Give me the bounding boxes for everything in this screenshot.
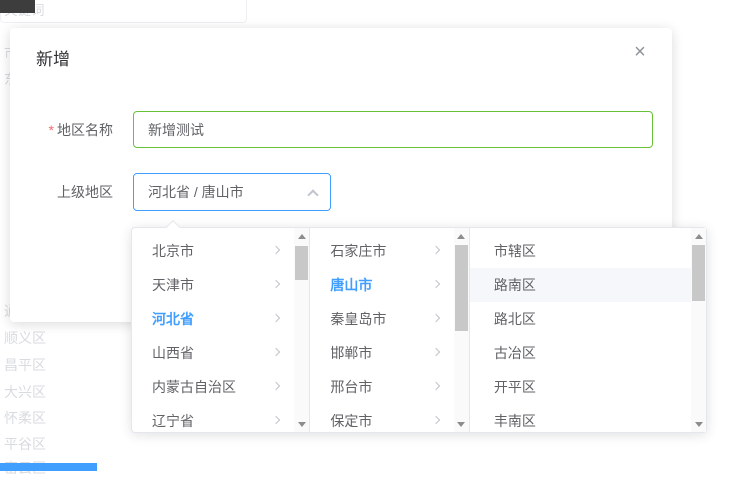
cascader-option-label: 路北区 (494, 311, 536, 327)
chevron-right-icon (272, 348, 280, 356)
chevron-right-icon (432, 246, 440, 254)
cascader-option[interactable]: 保定市 (310, 404, 453, 438)
region-name-label: *地区名称 (10, 120, 113, 140)
background-district-item: 大兴区 (4, 382, 46, 402)
scrollbar-thumb[interactable] (295, 246, 308, 280)
cascader-option[interactable]: 秦皇岛市 (310, 302, 453, 336)
cascader-option[interactable]: 开平区 (470, 370, 691, 404)
cascader-option-list: 石家庄市唐山市秦皇岛市邯郸市邢台市保定市 (310, 228, 453, 444)
cascader-option-label: 市辖区 (494, 243, 536, 259)
cascader-option[interactable]: 丰南区 (470, 404, 691, 438)
cascader-option-label: 河北省 (152, 311, 194, 327)
cascader-option-label: 北京市 (152, 243, 194, 259)
chevron-right-icon (272, 246, 280, 254)
chevron-right-icon (432, 382, 440, 390)
cascader-option[interactable]: 辽宁省 (132, 404, 294, 438)
scroll-up-arrow-icon[interactable] (294, 228, 309, 244)
cascader-option-label: 古冶区 (494, 345, 536, 361)
cascader-option[interactable]: 唐山市 (310, 268, 453, 302)
scroll-up-arrow-icon[interactable] (454, 228, 469, 244)
cascader-option[interactable]: 路北区 (470, 302, 691, 336)
dark-badge (0, 0, 35, 13)
scroll-down-arrow-icon[interactable] (454, 416, 469, 432)
cascader-option-label: 邢台市 (330, 379, 372, 395)
cascader-option[interactable]: 石家庄市 (310, 234, 453, 268)
scrollbar-thumb[interactable] (692, 245, 705, 301)
cascader-option[interactable]: 市辖区 (470, 234, 691, 268)
cascader-option-label: 邯郸市 (330, 345, 372, 361)
cascader-option-label: 秦皇岛市 (330, 311, 386, 327)
cascader-menu: 北京市天津市河北省山西省内蒙古自治区辽宁省 (132, 228, 310, 432)
cascader-option-label: 路南区 (494, 277, 536, 293)
cascader-dropdown: 北京市天津市河北省山西省内蒙古自治区辽宁省石家庄市唐山市秦皇岛市邯郸市邢台市保定… (131, 227, 707, 433)
cascader-option-list: 市辖区路南区路北区古冶区开平区丰南区 (470, 228, 691, 444)
cascader-option-label: 辽宁省 (152, 413, 194, 429)
cascader-option[interactable]: 邢台市 (310, 370, 453, 404)
cascader-option[interactable]: 山西省 (132, 336, 294, 370)
cascader-option[interactable]: 河北省 (132, 302, 294, 336)
chevron-right-icon (432, 280, 440, 288)
primary-button-partial[interactable] (0, 463, 97, 471)
chevron-right-icon (432, 348, 440, 356)
background-district-item: 顺义区 (4, 328, 46, 348)
cascader-option-label: 丰南区 (494, 413, 536, 429)
chevron-right-icon (272, 382, 280, 390)
dialog-title: 新增 (36, 45, 70, 70)
scrollbar[interactable] (294, 228, 309, 432)
cascader-option[interactable]: 路南区 (470, 268, 691, 302)
cascader-menu: 石家庄市唐山市秦皇岛市邯郸市邢台市保定市 (310, 228, 469, 432)
close-icon[interactable]: × (628, 40, 652, 64)
scrollbar[interactable] (454, 228, 469, 432)
chevron-right-icon (272, 280, 280, 288)
parent-region-cascader[interactable]: 河北省 / 唐山市 (133, 173, 331, 211)
cascader-option-list: 北京市天津市河北省山西省内蒙古自治区辽宁省 (132, 228, 294, 444)
chevron-right-icon (432, 314, 440, 322)
cascader-option[interactable]: 北京市 (132, 234, 294, 268)
scroll-down-arrow-icon[interactable] (294, 416, 309, 432)
cascader-option-label: 石家庄市 (330, 243, 386, 259)
cascader-option[interactable]: 邯郸市 (310, 336, 453, 370)
cascader-option[interactable]: 古冶区 (470, 336, 691, 370)
region-name-input[interactable]: 新增测试 (133, 111, 653, 148)
background-district-item: 平谷区 (4, 434, 46, 454)
cascader-option-label: 山西省 (152, 345, 194, 361)
chevron-right-icon (432, 416, 440, 424)
chevron-up-icon (307, 189, 318, 200)
parent-region-label: 上级地区 (10, 182, 113, 202)
cascader-option-label: 唐山市 (330, 277, 372, 293)
search-input[interactable]: 关键词 (0, 0, 247, 23)
cascader-menu: 市辖区路南区路北区古冶区开平区丰南区 (470, 228, 706, 432)
scrollbar-thumb[interactable] (455, 245, 468, 331)
cascader-option[interactable]: 内蒙古自治区 (132, 370, 294, 404)
scroll-up-arrow-icon[interactable] (691, 228, 706, 244)
background-district-item: 昌平区 (4, 355, 46, 375)
cascader-option-label: 内蒙古自治区 (152, 379, 236, 395)
background-district-item: 怀柔区 (4, 408, 46, 428)
cascader-option-label: 开平区 (494, 379, 536, 395)
cascader-option[interactable]: 天津市 (132, 268, 294, 302)
chevron-right-icon (272, 314, 280, 322)
required-asterisk: * (49, 122, 54, 138)
scroll-down-arrow-icon[interactable] (691, 416, 706, 432)
cascader-option-label: 保定市 (330, 413, 372, 429)
cascader-option-label: 天津市 (152, 277, 194, 293)
scrollbar[interactable] (691, 228, 706, 432)
chevron-right-icon (272, 416, 280, 424)
